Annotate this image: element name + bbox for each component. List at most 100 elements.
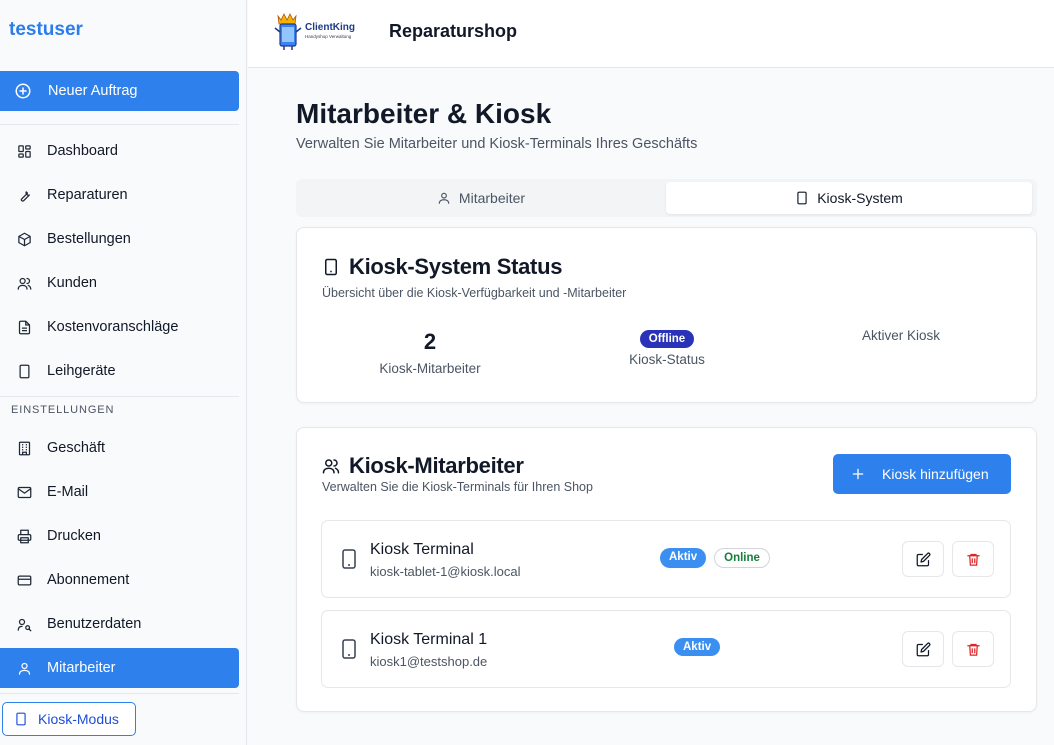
sidebar-divider: [0, 396, 239, 397]
sidebar-item-label: Drucken: [47, 528, 101, 544]
sidebar-item-kostenvoranschlaege[interactable]: Kostenvoranschläge: [0, 307, 239, 347]
sidebar-item-label: Dashboard: [47, 143, 118, 159]
sidebar-item-benutzerdaten[interactable]: Benutzerdaten: [0, 604, 239, 644]
page-subtitle: Verwalten Sie Mitarbeiter und Kiosk-Term…: [296, 136, 698, 152]
wrench-icon: [17, 188, 32, 203]
edit-button[interactable]: [902, 541, 944, 577]
sidebar-item-drucken[interactable]: Drucken: [0, 516, 239, 556]
kiosk-status-label: Kiosk-Status: [629, 352, 705, 367]
add-kiosk-label: Kiosk hinzufügen: [882, 466, 989, 482]
page-title: Mitarbeiter & Kiosk: [296, 98, 552, 129]
sidebar-item-label: Kunden: [47, 275, 97, 291]
sidebar-item-label: Kostenvoranschläge: [47, 319, 179, 335]
edit-button[interactable]: [902, 631, 944, 667]
tablet-icon: [341, 549, 357, 569]
sidebar-item-label: Leihgeräte: [47, 363, 116, 379]
tab-kiosk-system[interactable]: Kiosk-System: [666, 182, 1032, 214]
sidebar-item-label: Mitarbeiter: [47, 660, 116, 676]
kiosk-badges: Aktiv Online: [660, 548, 770, 568]
plus-circle-icon: [14, 82, 32, 100]
status-badge: Offline: [639, 330, 695, 348]
sidebar-item-kunden[interactable]: Kunden: [0, 263, 239, 303]
sidebar-item-label: E-Mail: [47, 484, 89, 500]
tablet-icon: [795, 191, 809, 205]
sidebar-item-reparaturen[interactable]: Reparaturen: [0, 175, 239, 215]
sidebar-item-label: Bestellungen: [47, 231, 131, 247]
tab-mitarbeiter[interactable]: Mitarbeiter: [300, 182, 662, 214]
kiosk-status-card: Kiosk-System Status Übersicht über die K…: [296, 227, 1037, 403]
sidebar-item-dashboard[interactable]: Dashboard: [0, 131, 239, 171]
stat-active-kiosk: Aktiver Kiosk: [831, 328, 971, 343]
tablet-icon: [341, 639, 357, 659]
kiosk-badges: Aktiv: [674, 638, 721, 656]
status-badge: Aktiv: [660, 548, 707, 568]
kiosk-email: kiosk1@testshop.de: [370, 654, 488, 669]
sidebar-item-label: Benutzerdaten: [47, 616, 142, 632]
status-card-title: Kiosk-System Status: [322, 254, 562, 280]
document-icon: [17, 320, 32, 335]
kiosk-employee-count: 2: [423, 329, 437, 354]
sidebar: testuser Neuer Auftrag Dashboard Reparat…: [0, 0, 247, 745]
trash-icon: [966, 642, 981, 657]
user-icon: [437, 191, 451, 205]
credit-card-icon: [17, 573, 32, 588]
plus-icon: [851, 467, 865, 481]
tab-label: Mitarbeiter: [458, 190, 526, 206]
add-kiosk-button[interactable]: Kiosk hinzufügen: [833, 454, 1011, 494]
user-key-icon: [17, 617, 32, 632]
sidebar-item-label: Abonnement: [47, 572, 130, 588]
new-order-label: Neuer Auftrag: [48, 83, 138, 99]
active-kiosk-label: Aktiver Kiosk: [861, 328, 941, 343]
kiosk-employees-card: Kiosk-Mitarbeiter Verwalten Sie die Kios…: [296, 427, 1037, 712]
tab-label: Kiosk-System: [817, 190, 903, 206]
kiosk-employee-count-label: Kiosk-Mitarbeiter: [379, 361, 481, 376]
status-card-title-text: Kiosk-System Status: [349, 254, 563, 279]
kiosk-mode-label: Kiosk-Modus: [38, 711, 119, 727]
connection-badge: Online: [714, 548, 770, 568]
sidebar-item-bestellungen[interactable]: Bestellungen: [0, 219, 239, 259]
trash-icon: [966, 552, 981, 567]
kiosk-card-subtitle: Verwalten Sie die Kiosk-Terminals für Ih…: [322, 480, 593, 494]
delete-button[interactable]: [952, 631, 994, 667]
logo-name: ClientKing: [305, 22, 355, 33]
dashboard-icon: [17, 144, 32, 159]
sidebar-item-mitarbeiter[interactable]: Mitarbeiter: [0, 648, 239, 688]
sidebar-item-leihgeraete[interactable]: Leihgeräte: [0, 351, 239, 391]
sidebar-item-label: Reparaturen: [47, 187, 128, 203]
tablet-icon: [14, 712, 28, 726]
kiosk-row: Kiosk Terminal 1 kiosk1@testshop.de Akti…: [321, 610, 1011, 688]
kiosk-mode-button[interactable]: Kiosk-Modus: [2, 702, 136, 736]
tablet-icon: [322, 258, 340, 276]
edit-icon: [916, 552, 931, 567]
package-icon: [17, 232, 32, 247]
shop-name: Reparaturshop: [389, 21, 518, 41]
username: testuser: [9, 19, 83, 40]
new-order-button[interactable]: Neuer Auftrag: [0, 71, 239, 111]
status-badge: Aktiv: [674, 638, 721, 656]
logo[interactable]: ClientKing Handyshop Verwaltung: [272, 10, 364, 50]
kiosk-card-title-text: Kiosk-Mitarbeiter: [349, 453, 524, 478]
mail-icon: [17, 485, 32, 500]
sidebar-divider: [0, 124, 239, 125]
kiosk-row: Kiosk Terminal kiosk-tablet-1@kiosk.loca…: [321, 520, 1011, 598]
tablet-icon: [17, 364, 32, 379]
stat-kiosk-employees: 2 Kiosk-Mitarbeiter: [360, 329, 500, 376]
kiosk-email: kiosk-tablet-1@kiosk.local: [370, 564, 521, 579]
users-icon: [322, 457, 340, 475]
building-icon: [17, 441, 32, 456]
tab-list: Mitarbeiter Kiosk-System: [296, 179, 1037, 217]
stat-kiosk-status: Offline Kiosk-Status: [597, 329, 737, 367]
logo-tagline: Handyshop Verwaltung: [305, 34, 352, 39]
delete-button[interactable]: [952, 541, 994, 577]
edit-icon: [916, 642, 931, 657]
user-icon: [17, 661, 32, 676]
sidebar-item-geschaeft[interactable]: Geschäft: [0, 428, 239, 468]
sidebar-item-abonnement[interactable]: Abonnement: [0, 560, 239, 600]
kiosk-name: Kiosk Terminal 1: [370, 631, 488, 648]
status-card-subtitle: Übersicht über die Kiosk-Verfügbarkeit u…: [322, 286, 627, 300]
printer-icon: [17, 529, 32, 544]
settings-heading: EINSTELLUNGEN: [11, 404, 115, 416]
sidebar-item-email[interactable]: E-Mail: [0, 472, 239, 512]
kiosk-name: Kiosk Terminal: [370, 541, 474, 558]
sidebar-divider: [0, 693, 239, 694]
